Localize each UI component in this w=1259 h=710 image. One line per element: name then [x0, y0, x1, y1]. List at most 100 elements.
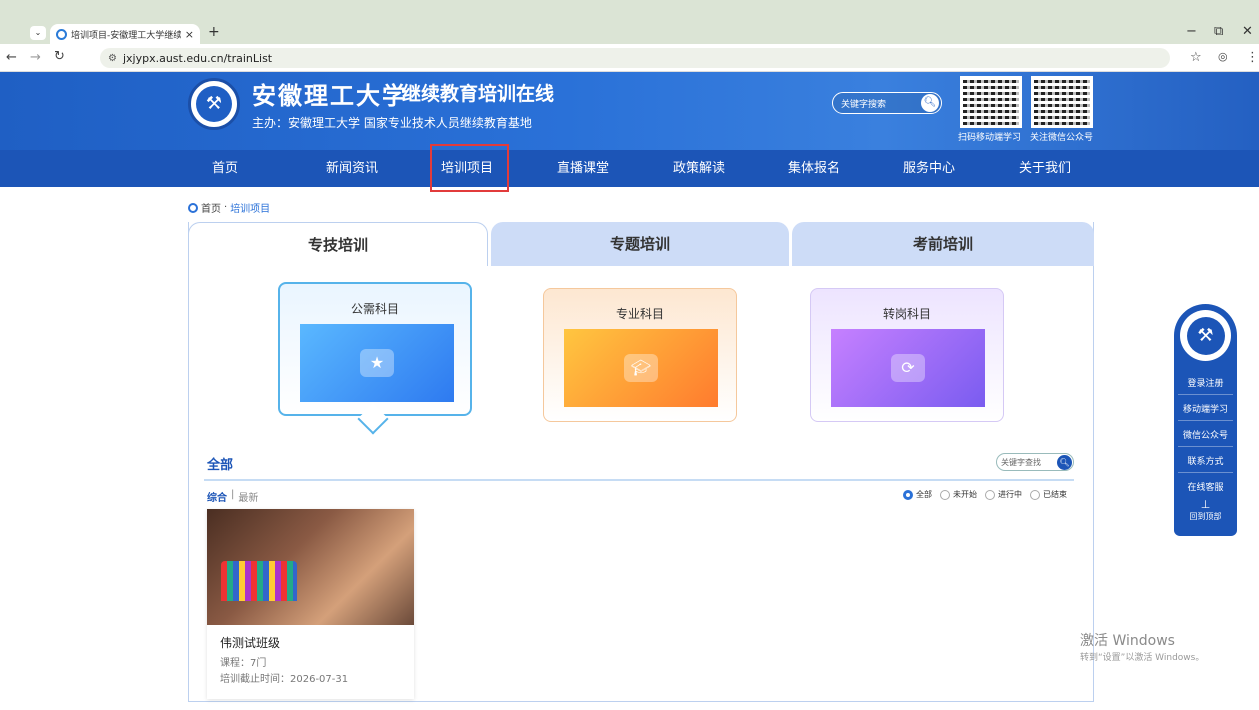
keyword-search[interactable]: 关键字查找 🔍︎: [996, 453, 1074, 471]
filter-label: 全部: [916, 490, 932, 499]
search-icon[interactable]: 🔍︎: [1057, 454, 1072, 470]
card-image: 🎓︎: [564, 329, 718, 407]
nav-policy[interactable]: 政策解读: [660, 150, 738, 187]
training-tabs: 专技培训 专题培训 考前培训: [188, 222, 1094, 266]
side-logo: ⚒: [1180, 310, 1231, 361]
side-service[interactable]: 在线客服: [1178, 480, 1233, 498]
filter-in-progress[interactable]: 进行中: [985, 489, 1022, 500]
nav-service[interactable]: 服务中心: [890, 150, 968, 187]
site-header: ⚒ 安徽理工大学 继续教育培训在线 主办：安徽理工大学 国家专业技术人员继续教育…: [0, 72, 1259, 150]
browser-tab[interactable]: 培训项目-安徽理工大学继续教育 ×: [50, 24, 200, 44]
wechat-qr-label: 关注微信公众号: [1030, 133, 1094, 143]
main-nav: 首页 新闻资讯 培训项目 直播课堂 政策解读 集体报名 服务中心 关于我们: [0, 150, 1259, 187]
university-name: 安徽理工大学: [252, 81, 408, 110]
minimize-button[interactable]: −: [1186, 24, 1197, 39]
arrow-up-icon: ⊥: [1200, 498, 1211, 511]
nav-live[interactable]: 直播课堂: [544, 150, 622, 187]
site-info-icon[interactable]: ⚙: [108, 53, 117, 64]
header-search-input[interactable]: 关键字搜索: [841, 97, 886, 110]
filter-all[interactable]: 全部: [903, 489, 932, 500]
mobile-qr-label: 扫码移动端学习: [958, 133, 1022, 143]
system-name: 继续教育培训在线: [402, 83, 555, 105]
back-to-top-label: 回到顶部: [1189, 512, 1222, 521]
new-tab-icon[interactable]: +: [208, 24, 220, 40]
tab-professional[interactable]: 专技培训: [188, 222, 488, 266]
graduation-cap-icon: 🎓︎: [624, 354, 658, 382]
list-heading: 全部: [207, 458, 234, 473]
breadcrumb: 首页 · 培训项目: [188, 200, 270, 215]
radio-icon: [985, 489, 995, 500]
filter-not-started[interactable]: 未开始: [940, 489, 977, 500]
forward-icon[interactable]: →: [30, 50, 41, 65]
address-bar-row: ← → ↻ ⚙ jxjypx.aust.edu.cn/trainList ☆ ◎…: [0, 44, 1259, 72]
side-toolbar: ⚒ 登录注册 移动端学习 微信公众号 联系方式 在线客服 ⊥ 回到顶部: [1174, 304, 1237, 536]
window-close-button[interactable]: ✕: [1242, 24, 1253, 39]
nav-group-signup[interactable]: 集体报名: [775, 150, 853, 187]
folder-sync-icon: ⟳: [891, 354, 925, 382]
logo-tools-icon: ⚒: [1186, 316, 1225, 355]
nav-highlight-box: [430, 144, 509, 192]
sort-comprehensive[interactable]: 综合: [207, 489, 227, 504]
restore-button[interactable]: ⧉: [1214, 24, 1223, 39]
card-transfer-subjects[interactable]: 转岗科目 ⟳: [810, 288, 1004, 422]
menu-kebab-icon[interactable]: ⋮: [1246, 50, 1259, 65]
reload-icon[interactable]: ↻: [54, 49, 65, 64]
nav-news[interactable]: 新闻资讯: [313, 150, 391, 187]
sort-options: 综合 | 最新: [207, 489, 258, 504]
filter-label: 进行中: [998, 490, 1022, 499]
tab-close-icon[interactable]: ×: [185, 28, 194, 41]
star-shield-icon: ★: [360, 349, 394, 377]
keyword-search-input[interactable]: 关键字查找: [1001, 457, 1041, 468]
breadcrumb-home[interactable]: 首页: [201, 200, 221, 215]
side-login[interactable]: 登录注册: [1178, 376, 1233, 395]
radio-checked-icon: [903, 489, 913, 500]
nav-about[interactable]: 关于我们: [1006, 150, 1084, 187]
university-logo: ⚒: [188, 78, 240, 130]
course-deadline: 培训截止时间：2026-07-31: [220, 674, 349, 685]
bookmark-star-icon[interactable]: ☆: [1190, 50, 1202, 65]
logo-tools-icon: ⚒: [196, 86, 232, 122]
wechat-qr-code: [1031, 76, 1093, 128]
breadcrumb-current: 培训项目: [230, 204, 271, 215]
favicon-icon: [56, 28, 67, 40]
sort-separator: |: [231, 489, 235, 500]
tab-exam-prep[interactable]: 考前培训: [792, 222, 1094, 266]
tab-special-topic[interactable]: 专题培训: [491, 222, 789, 266]
side-mobile[interactable]: 移动端学习: [1178, 402, 1233, 421]
address-field[interactable]: ⚙ jxjypx.aust.edu.cn/trainList: [100, 48, 1170, 68]
radio-icon: [940, 489, 950, 500]
back-to-top-button[interactable]: ⊥ 回到顶部: [1178, 498, 1233, 522]
location-pin-icon: [188, 202, 198, 213]
radio-icon: [1030, 489, 1040, 500]
browser-tab-strip: ⌄ 培训项目-安徽理工大学继续教育 × + − ⧉ ✕: [0, 0, 1259, 44]
host-text: 主办：安徽理工大学 国家专业技术人员继续教育基地: [252, 116, 532, 130]
tab-search-chevron-icon[interactable]: ⌄: [30, 26, 46, 40]
filter-label: 已结束: [1043, 490, 1067, 499]
nav-home[interactable]: 首页: [186, 150, 264, 187]
activation-watermark-sub: 转到“设置”以激活 Windows。: [1080, 653, 1205, 663]
course-name[interactable]: 伟测试班级: [220, 634, 280, 651]
filter-ended[interactable]: 已结束: [1030, 489, 1067, 500]
crayons-illustration: [221, 561, 297, 601]
card-public-subjects[interactable]: 公需科目 ★: [278, 282, 472, 416]
tab-title: 培训项目-安徽理工大学继续教育: [71, 30, 181, 41]
side-wechat[interactable]: 微信公众号: [1178, 428, 1233, 447]
course-lessons: 课程：7门: [220, 658, 267, 669]
card-image: ★: [300, 324, 454, 402]
side-contact[interactable]: 联系方式: [1178, 454, 1233, 473]
back-icon[interactable]: ←: [6, 50, 17, 65]
mobile-qr-code: [960, 76, 1022, 128]
filter-label: 未开始: [953, 490, 977, 499]
header-search[interactable]: 关键字搜索 🔍︎: [832, 92, 942, 114]
search-icon[interactable]: 🔍︎: [921, 94, 939, 112]
card-label: 转岗科目: [882, 307, 931, 321]
sort-latest[interactable]: 最新: [238, 489, 258, 504]
status-filters: 全部 未开始 进行中 已结束: [903, 489, 1067, 500]
profile-icon[interactable]: ◎: [1218, 50, 1228, 63]
breadcrumb-sep: ·: [224, 202, 228, 213]
activation-watermark-title: 激活 Windows: [1080, 633, 1175, 649]
course-card[interactable]: 伟测试班级 课程：7门 培训截止时间：2026-07-31: [207, 509, 414, 699]
divider: [204, 479, 1074, 481]
card-major-subjects[interactable]: 专业科目 🎓︎: [543, 288, 737, 422]
card-label: 专业科目: [615, 307, 664, 321]
